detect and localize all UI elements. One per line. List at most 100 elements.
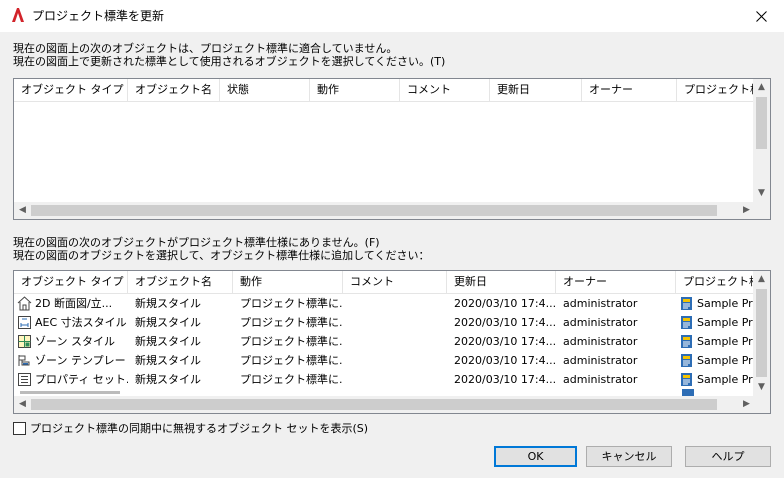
window-title: プロジェクト標準を更新 [32,9,165,23]
table-row[interactable]: AEC 寸法スタイル 新規スタイル プロジェクト標準に... 2020/03/1… [14,313,755,332]
scroll-down-icon[interactable]: ▼ [753,185,770,202]
project-standard: Sample Pro [697,297,755,310]
column-header-comment[interactable]: コメント [343,271,447,293]
object-name: 新規スタイル [135,354,201,367]
help-button[interactable]: ヘルプ [685,446,771,467]
scrollbar-thumb[interactable] [756,289,767,377]
object-name: 新規スタイル [135,335,201,348]
object-action[interactable]: プロジェクト標準に... [233,370,343,389]
2d-section-icon [17,296,32,311]
object-comment[interactable] [343,313,447,332]
object-date: 2020/03/10 17:4... [454,297,556,310]
scroll-left-icon[interactable]: ◀ [14,202,31,219]
zone-template-icon [18,355,30,366]
object-action[interactable]: プロジェクト標準に... [233,294,343,313]
cancel-button[interactable]: キャンセル [586,446,672,467]
column-header-action[interactable]: 動作 [310,79,400,101]
missing-objects-list[interactable]: オブジェクト タイプ オブジェクト名 動作 コメント 更新日 オーナー プロジェ… [13,270,771,414]
object-date: 2020/03/10 17:4... [454,373,556,386]
object-owner: administrator [563,316,638,329]
scroll-left-icon[interactable]: ◀ [14,396,31,413]
scrollbar-thumb[interactable] [756,97,767,149]
vertical-scrollbar[interactable]: ▲ ▼ [753,271,770,396]
partial-row-content [20,391,120,394]
object-comment[interactable] [343,370,447,389]
object-type: ゾーン テンプレート [35,354,128,367]
object-name: 新規スタイル [135,373,201,386]
column-header-object-name[interactable]: オブジェクト名 [128,271,233,293]
horizontal-scrollbar[interactable]: ◀ ▶ [14,396,755,413]
table-row[interactable]: プロパティ セット... 新規スタイル プロジェクト標準に... 2020/03… [14,370,755,389]
aec-dimension-icon [18,316,31,329]
list-header: オブジェクト タイプ オブジェクト名 動作 コメント 更新日 オーナー プロジェ… [14,271,770,294]
project-standard: Sample Pro [697,354,755,367]
object-owner: administrator [563,297,638,310]
scrollbar-thumb[interactable] [31,399,717,410]
title-bar: プロジェクト標準を更新 [0,0,784,32]
section1-description-1: 現在の図面上の次のオブジェクトは、プロジェクト標準に適合していません。 [13,42,398,55]
table-row[interactable]: 2D 断面図/立... 新規スタイル プロジェクト標準に... 2020/03/… [14,294,755,313]
vertical-scrollbar[interactable]: ▲ ▼ [753,79,770,202]
section2-description-1: 現在の図面の次のオブジェクトがプロジェクト標準仕様にありません。(F) [13,236,380,249]
standards-file-icon [681,354,692,367]
object-date: 2020/03/10 17:4... [454,316,556,329]
table-row[interactable]: ゾーン スタイル 新規スタイル プロジェクト標準に... 2020/03/10 … [14,332,755,351]
object-type: 2D 断面図/立... [35,297,113,310]
ok-button[interactable]: OK [494,446,577,467]
object-comment[interactable] [343,332,447,351]
scrollbar-corner [753,396,770,413]
section1-description-2: 現在の図面上で更新された標準として使用されるオブジェクトを選択してください。(T… [13,55,446,68]
standards-file-icon [681,335,692,348]
column-header-object-name[interactable]: オブジェクト名 [128,79,220,101]
horizontal-scrollbar[interactable]: ◀ ▶ [14,202,755,219]
column-header-status[interactable]: 状態 [220,79,310,101]
column-header-comment[interactable]: コメント [400,79,490,101]
object-type: ゾーン スタイル [35,335,115,348]
standards-file-icon [681,316,692,329]
nonconforming-objects-list[interactable]: オブジェクト タイプ オブジェクト名 状態 動作 コメント 更新日 オーナー プ… [13,78,771,220]
object-owner: administrator [563,335,638,348]
close-icon [755,10,767,22]
section2-description-2: 現在の図面のオブジェクトを選択して、オブジェクト標準仕様に追加してください： [13,249,430,262]
property-set-icon [18,373,31,386]
object-owner: administrator [563,373,638,386]
scroll-up-icon[interactable]: ▲ [753,79,770,96]
show-ignored-objects-label[interactable]: プロジェクト標準の同期中に無視するオブジェクト セットを表示(S) [30,422,368,435]
object-type: プロパティ セット... [35,373,128,386]
table-row[interactable]: ゾーン テンプレート 新規スタイル プロジェクト標準に... 2020/03/1… [14,351,755,370]
column-header-modified-date[interactable]: 更新日 [490,79,582,101]
column-header-project-standard[interactable]: プロジェクト標準 [676,271,755,293]
project-standard: Sample Pro [697,373,755,386]
object-action[interactable]: プロジェクト標準に... [233,313,343,332]
object-name: 新規スタイル [135,316,201,329]
scroll-down-icon[interactable]: ▼ [753,379,770,396]
scrollbar-corner [753,202,770,219]
scroll-up-icon[interactable]: ▲ [753,271,770,288]
object-action[interactable]: プロジェクト標準に... [233,332,343,351]
object-comment[interactable] [343,351,447,370]
close-button[interactable] [738,0,784,32]
show-ignored-objects-checkbox[interactable] [13,422,26,435]
object-date: 2020/03/10 17:4... [454,335,556,348]
column-header-object-type[interactable]: オブジェクト タイプ [14,79,128,101]
column-header-action[interactable]: 動作 [233,271,343,293]
column-header-project-standard[interactable]: プロジェクト標... [677,79,755,101]
list-header: オブジェクト タイプ オブジェクト名 状態 動作 コメント 更新日 オーナー プ… [14,79,770,102]
object-date: 2020/03/10 17:4... [454,354,556,367]
standards-file-icon [681,297,692,310]
column-header-owner[interactable]: オーナー [582,79,677,101]
column-header-object-type[interactable]: オブジェクト タイプ [14,271,128,293]
column-header-modified-date[interactable]: 更新日 [447,271,556,293]
object-comment[interactable] [343,294,447,313]
standards-file-icon [682,389,694,396]
table-row-partial [14,389,755,396]
project-standard: Sample Pro [697,335,755,348]
object-owner: administrator [563,354,638,367]
standards-file-icon [681,373,692,386]
object-action[interactable]: プロジェクト標準に... [233,351,343,370]
object-type: AEC 寸法スタイル [35,316,127,329]
zone-style-icon [18,335,31,348]
column-header-owner[interactable]: オーナー [556,271,676,293]
autodesk-logo-icon [12,8,24,22]
scrollbar-thumb[interactable] [31,205,717,216]
